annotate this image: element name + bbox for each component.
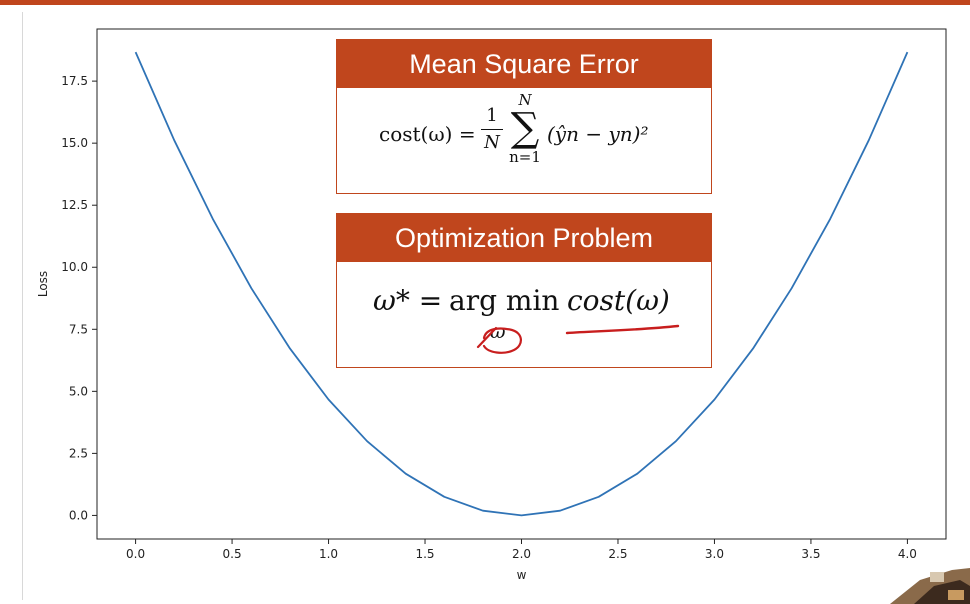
y-tick-label: 17.5 [61, 74, 88, 88]
mse-frac-bar [481, 129, 503, 131]
y-tick-label: 15.0 [61, 136, 88, 150]
x-tick-label: 1.0 [319, 547, 338, 561]
mse-title: Mean Square Error [337, 40, 711, 88]
y-tick-label: 10.0 [61, 260, 88, 274]
mse-sum-symbol: ∑ [510, 105, 540, 151]
optimization-title: Optimization Problem [337, 214, 711, 262]
x-tick-label: 1.5 [415, 547, 434, 561]
mse-sum: N ∑ n=1 [505, 92, 545, 166]
mse-sum-lower: n=1 [509, 148, 541, 166]
mse-frac-den: N [484, 132, 500, 154]
optimization-formula: ω* = arg min cost(ω) ω [373, 284, 703, 364]
opt-subscript: ω [490, 321, 506, 343]
y-axis-label: Loss [36, 271, 50, 297]
mse-term: (ŷn − yn)² [547, 122, 649, 146]
mse-fraction: 1 N [481, 104, 503, 155]
x-tick-label: 0.0 [126, 547, 145, 561]
opt-argument: cost(ω) [567, 284, 670, 317]
x-tick-label: 3.0 [705, 547, 724, 561]
x-tick-label: 3.5 [801, 547, 820, 561]
mse-lhs: cost(ω) = [379, 122, 476, 146]
optimization-box: Optimization Problem ω* = arg min cost(ω… [336, 213, 712, 368]
y-tick-label: 7.5 [69, 322, 88, 336]
y-tick-label: 12.5 [61, 198, 88, 212]
webcam-image [890, 566, 970, 604]
presenter-webcam-thumbnail [890, 566, 970, 604]
y-tick-label: 2.5 [69, 446, 88, 460]
x-tick-label: 0.5 [223, 547, 242, 561]
y-tick-label: 0.0 [69, 508, 88, 522]
mse-box: Mean Square Error cost(ω) = 1 N N ∑ n=1 … [336, 39, 712, 194]
y-tick-label: 5.0 [69, 384, 88, 398]
x-tick-label: 2.5 [608, 547, 627, 561]
opt-lhs: ω* = [373, 284, 443, 317]
mse-formula: cost(ω) = 1 N N ∑ n=1 (ŷn − yn)² [379, 92, 679, 187]
x-tick-label: 4.0 [898, 547, 917, 561]
mse-frac-num: 1 [486, 105, 498, 126]
opt-operator: arg min [449, 284, 560, 317]
x-tick-label: 2.0 [512, 547, 531, 561]
x-axis-label: w [517, 568, 527, 582]
